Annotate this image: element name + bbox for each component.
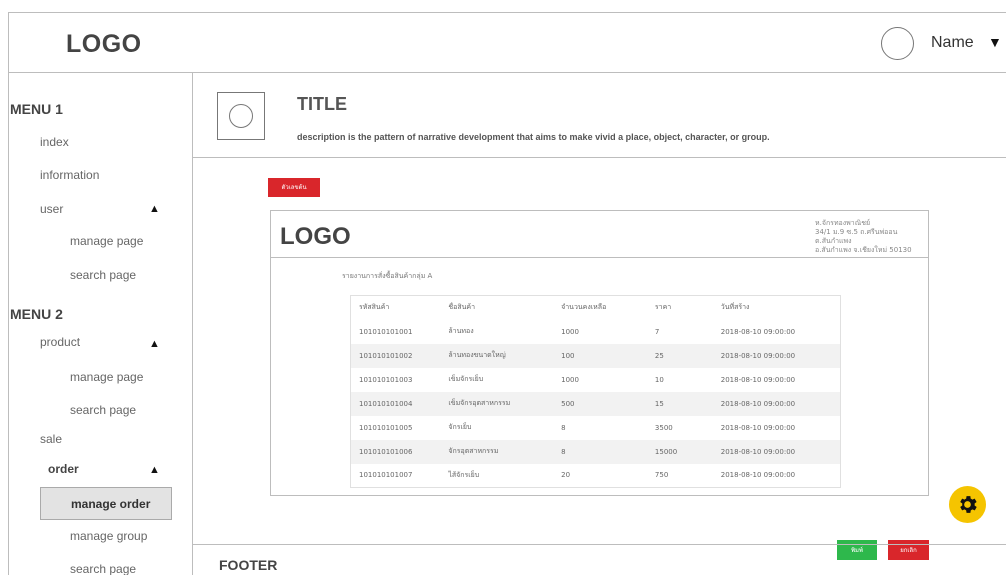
menu1-title: MENU 1: [10, 101, 63, 117]
sidebar-item-label: manage order: [71, 497, 151, 511]
table-row: 101010101004 เข็มจักรอุตสาหกรรม 500 15 2…: [350, 391, 841, 416]
column-header: จำนวนคงเหลือ: [553, 295, 647, 320]
report-subtitle: รายงานการสั่งซื้อสินค้ากลุ่ม A: [342, 272, 433, 280]
sidebar-item-sale[interactable]: sale: [40, 432, 62, 446]
table-cell: 101010101002: [350, 343, 441, 368]
table-cell: 15: [646, 391, 713, 416]
sidebar-item-information[interactable]: information: [40, 168, 99, 182]
column-header: รหัสสินค้า: [350, 295, 441, 320]
sidebar-item-product-manage-page[interactable]: manage page: [70, 370, 143, 384]
table-cell: 20: [561, 471, 571, 480]
table-cell: 2018-08-10 09:00:00: [720, 471, 796, 480]
page-title: TITLE: [297, 94, 347, 114]
table-cell: 3500: [654, 423, 673, 432]
table-row: 101010101007 ไส้จักรเย็บ 20 750 2018-08-…: [351, 464, 841, 488]
title-section: TITLE description is the pattern of narr…: [193, 73, 1006, 158]
column-header: ชื่อสินค้า: [440, 295, 554, 320]
sidebar-item-user-manage-page[interactable]: manage page: [70, 234, 143, 248]
table-row: 101010101002 ล้านทองขนาดใหญ่ 100 25 2018…: [350, 343, 841, 368]
table-row: 101010101005 จักรเย็บ 8 3500 2018-08-10 …: [351, 416, 841, 440]
column-header: วันที่สร้าง: [712, 295, 841, 320]
image-placeholder-icon: [217, 92, 265, 140]
menu2-title: MENU 2: [10, 306, 63, 322]
table-cell: 25: [646, 343, 713, 368]
sidebar-item-user-search-page[interactable]: search page: [70, 268, 136, 282]
table-cell: จักรอุตสาหกรรม: [440, 439, 554, 464]
report-address: ห.จักรทองพาณิชย์ 34/1 ม.9 ซ.5 ถ.ศรีนพ่ออ…: [815, 219, 928, 255]
report-address-line: อ.สันกำแพง จ.เชียงใหม่ 50130: [815, 246, 912, 254]
table-cell: 101010101006: [350, 439, 441, 464]
sidebar-item-product[interactable]: product: [40, 335, 80, 349]
sidebar-item-product-search-page[interactable]: search page: [70, 403, 136, 417]
table-cell: ไส้จักรเย็บ: [448, 470, 480, 479]
table-cell: 2018-08-10 09:00:00: [712, 391, 841, 416]
table-row: 101010101001 ล้านทอง 1000 7 2018-08-10 0…: [351, 320, 841, 344]
top-header: LOGO Name ▼: [8, 12, 1006, 73]
sidebar-item-manage-group[interactable]: manage group: [70, 529, 147, 543]
table-cell: 15000: [646, 439, 713, 464]
sidebar-item-index[interactable]: index: [40, 135, 69, 149]
table-cell: 2018-08-10 09:00:00: [712, 343, 841, 368]
report-header: LOGO ห.จักรทองพาณิชย์ 34/1 ม.9 ซ.5 ถ.ศรี…: [271, 211, 928, 258]
page-description: description is the pattern of narrative …: [297, 132, 770, 142]
table-row: 101010101006 จักรอุตสาหกรรม 8 15000 2018…: [350, 439, 841, 464]
table-cell: 10: [654, 375, 664, 384]
header-logo[interactable]: LOGO: [66, 30, 142, 59]
table-cell: 2018-08-10 09:00:00: [720, 327, 796, 336]
table-cell: 2018-08-10 09:00:00: [720, 423, 796, 432]
footer-label: FOOTER: [219, 557, 278, 573]
settings-button[interactable]: [949, 486, 986, 523]
column-header: ราคา: [646, 295, 713, 320]
table-cell: จักรเย็บ: [448, 423, 472, 431]
report-logo: LOGO: [280, 223, 351, 250]
sidebar-item-manage-order[interactable]: manage order: [40, 487, 172, 520]
table-cell: 101010101004: [350, 391, 441, 416]
table-cell: 101010101001: [359, 327, 413, 336]
table-cell: 1000: [561, 327, 579, 336]
table-cell: เข็มจักรอุตสาหกรรม: [440, 391, 554, 416]
table-header-row: รหัสสินค้า ชื่อสินค้า จำนวนคงเหลือ ราคา …: [350, 295, 841, 320]
table-row: 101010101003 เข็มจักรเย็บ 1000 10 2018-0…: [351, 368, 841, 392]
user-menu-caret-icon[interactable]: ▼: [988, 34, 1002, 50]
user-expand-caret-icon[interactable]: ▲: [149, 203, 160, 215]
table-cell: 101010101007: [359, 471, 413, 480]
red-action-button[interactable]: ตัวเลขต้น: [268, 178, 320, 197]
order-expand-caret-icon[interactable]: ▲: [149, 464, 160, 476]
table-cell: 750: [654, 471, 669, 480]
table-cell: 2018-08-10 09:00:00: [720, 375, 796, 384]
image-placeholder-circle: [229, 104, 253, 128]
table-cell: 7: [654, 327, 660, 336]
table-cell: 8: [561, 423, 566, 432]
table-cell: 500: [553, 391, 647, 416]
table-cell: 101010101005: [359, 423, 413, 432]
sidebar-item-user[interactable]: user: [40, 202, 63, 216]
report-table: รหัสสินค้า ชื่อสินค้า จำนวนคงเหลือ ราคา …: [350, 295, 841, 488]
footer: FOOTER: [193, 544, 1006, 575]
report-address-line: 34/1 ม.9 ซ.5 ถ.ศรีนพ่ออน ต.สันกำแพง: [815, 228, 898, 245]
gear-icon: [960, 496, 977, 513]
table-cell: ล้านทอง: [448, 327, 474, 335]
table-cell: 100: [553, 343, 647, 368]
table-cell: 1000: [561, 375, 579, 384]
table-cell: เข็มจักรเย็บ: [448, 375, 484, 383]
product-expand-caret-icon[interactable]: ▲: [149, 338, 160, 350]
report-address-line: ห.จักรทองพาณิชย์: [815, 219, 871, 227]
report-preview: LOGO ห.จักรทองพาณิชย์ 34/1 ม.9 ซ.5 ถ.ศรี…: [270, 210, 929, 496]
table-cell: 8: [553, 439, 647, 464]
table-cell: 101010101003: [359, 375, 413, 384]
table-cell: ล้านทองขนาดใหญ่: [440, 343, 554, 368]
sidebar-item-order[interactable]: order: [48, 462, 79, 476]
table-cell: 2018-08-10 09:00:00: [712, 439, 841, 464]
avatar[interactable]: [881, 27, 914, 60]
user-name[interactable]: Name: [931, 34, 974, 52]
sidebar-item-order-search-page[interactable]: search page: [70, 562, 136, 575]
